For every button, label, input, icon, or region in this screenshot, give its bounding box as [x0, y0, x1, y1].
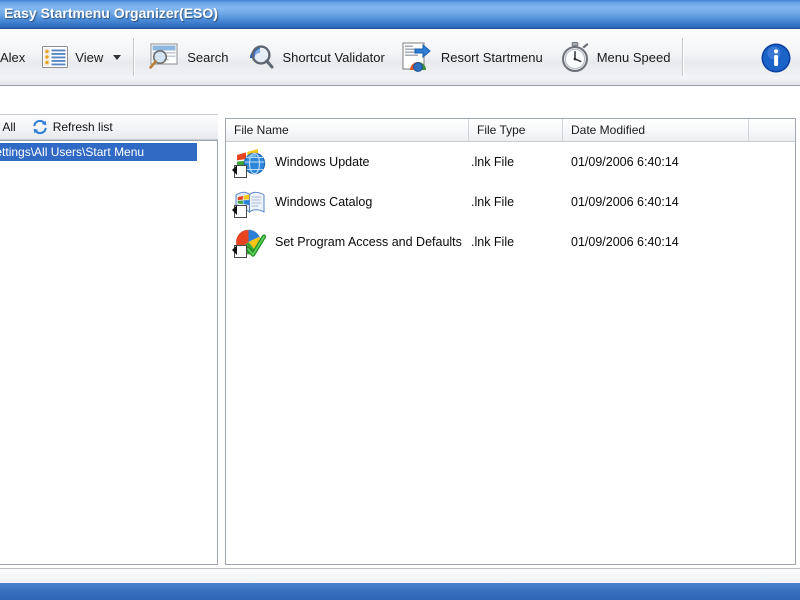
- toolbar-button-shortcut-validator[interactable]: Shortcut Validator: [236, 34, 392, 81]
- shortcut-overlay-icon: [234, 245, 247, 258]
- toolbar-button-search[interactable]: Search: [139, 34, 236, 81]
- tree-item-selected[interactable]: and Settings\All Users\Start Menu: [0, 143, 197, 161]
- toolbar-button-view[interactable]: View: [33, 34, 129, 81]
- toolbar-button-alex[interactable]: Alex: [0, 34, 33, 81]
- file-list-header: File Name File Type Date Modified: [226, 119, 795, 142]
- stopwatch-icon: [559, 41, 591, 73]
- toolbar-label-shortcut-validator: Shortcut Validator: [282, 49, 385, 65]
- cell-date-modified: 01/09/2006 6:40:14: [563, 182, 749, 222]
- cell-file-type: .lnk File: [469, 142, 563, 182]
- magnifier-icon: [244, 41, 276, 73]
- column-header-file-type[interactable]: File Type: [469, 119, 563, 141]
- set-program-access-shortcut-icon: [234, 226, 267, 258]
- cell-extra: [749, 142, 795, 182]
- file-name-text: Set Program Access and Defaults: [275, 235, 462, 249]
- toolbar-separator-right: [682, 38, 685, 76]
- toolbar-button-menu-speed[interactable]: Menu Speed: [551, 34, 679, 81]
- folder-tree[interactable]: and Settings\All Users\Start Menu: [0, 140, 218, 565]
- cell-file-name: Windows Catalog: [226, 182, 469, 222]
- cell-date-modified: 01/09/2006 6:40:14: [563, 222, 749, 262]
- cell-file-name: Set Program Access and Defaults: [226, 222, 469, 262]
- cell-file-type: .lnk File: [469, 222, 563, 262]
- info-button[interactable]: [756, 37, 796, 79]
- toolbar-button-resort-startmenu[interactable]: Resort Startmenu: [393, 34, 551, 81]
- collapse-all-button[interactable]: se All: [0, 115, 24, 139]
- resort-startmenu-icon: [401, 40, 435, 74]
- tree-toolbar: se All Refresh list: [0, 114, 218, 140]
- window-bottom-border: [0, 583, 800, 600]
- list-view-icon: [41, 43, 69, 71]
- cell-extra: [749, 222, 795, 262]
- file-list-panel: File Name File Type Date Modified Window…: [225, 118, 796, 565]
- refresh-icon: [32, 119, 48, 135]
- info-icon: [759, 41, 793, 75]
- panel-splitter[interactable]: [218, 86, 225, 565]
- search-document-icon: [147, 40, 181, 74]
- column-header-file-name[interactable]: File Name: [226, 119, 469, 141]
- toolbar-label-search: Search: [187, 49, 229, 65]
- file-name-text: Windows Catalog: [275, 195, 373, 209]
- refresh-list-label: Refresh list: [52, 120, 113, 134]
- toolbar-separator: [133, 38, 136, 76]
- toolbar-label-alex: Alex: [0, 49, 26, 65]
- file-type-text: .lnk File: [471, 235, 515, 249]
- window-title: Easy Startmenu Organizer(ESO): [4, 5, 218, 21]
- collapse-all-label: se All: [0, 120, 16, 134]
- toolbar-label-menu-speed: Menu Speed: [596, 49, 671, 65]
- table-row[interactable]: Windows Update .lnk File 01/09/2006 6:40…: [226, 142, 795, 182]
- table-row[interactable]: Set Program Access and Defaults .lnk Fil…: [226, 222, 795, 262]
- application-window: Easy Startmenu Organizer(ESO) Alex View …: [0, 0, 800, 600]
- table-row[interactable]: Windows Catalog .lnk File 01/09/2006 6:4…: [226, 182, 795, 222]
- cell-file-type: .lnk File: [469, 182, 563, 222]
- toolbar-label-view: View: [75, 49, 104, 65]
- title-bar: Easy Startmenu Organizer(ESO): [0, 0, 800, 29]
- windows-catalog-shortcut-icon: [234, 186, 266, 218]
- windows-update-shortcut-icon: [234, 146, 266, 178]
- chevron-down-icon[interactable]: [113, 54, 122, 60]
- file-list-body: Windows Update .lnk File 01/09/2006 6:40…: [226, 142, 795, 262]
- toolbar-label-resort-startmenu: Resort Startmenu: [440, 49, 543, 65]
- cell-date-modified: 01/09/2006 6:40:14: [563, 142, 749, 182]
- refresh-list-button[interactable]: Refresh list: [24, 115, 121, 139]
- main-toolbar: Alex View Search Shortcut Validator Reso…: [0, 29, 800, 86]
- date-modified-text: 01/09/2006 6:40:14: [571, 195, 679, 209]
- column-header-extra[interactable]: [749, 119, 795, 141]
- shortcut-overlay-icon: [234, 205, 247, 218]
- file-type-text: .lnk File: [471, 155, 515, 169]
- date-modified-text: 01/09/2006 6:40:14: [571, 235, 679, 249]
- folder-tree-panel: se All Refresh list and Settings\All Use…: [0, 86, 218, 565]
- file-name-text: Windows Update: [275, 155, 370, 169]
- cell-file-name: Windows Update: [226, 142, 469, 182]
- date-modified-text: 01/09/2006 6:40:14: [571, 155, 679, 169]
- cell-extra: [749, 182, 795, 222]
- column-header-date-modified[interactable]: Date Modified: [563, 119, 749, 141]
- file-type-text: .lnk File: [471, 195, 515, 209]
- shortcut-overlay-icon: [234, 165, 247, 178]
